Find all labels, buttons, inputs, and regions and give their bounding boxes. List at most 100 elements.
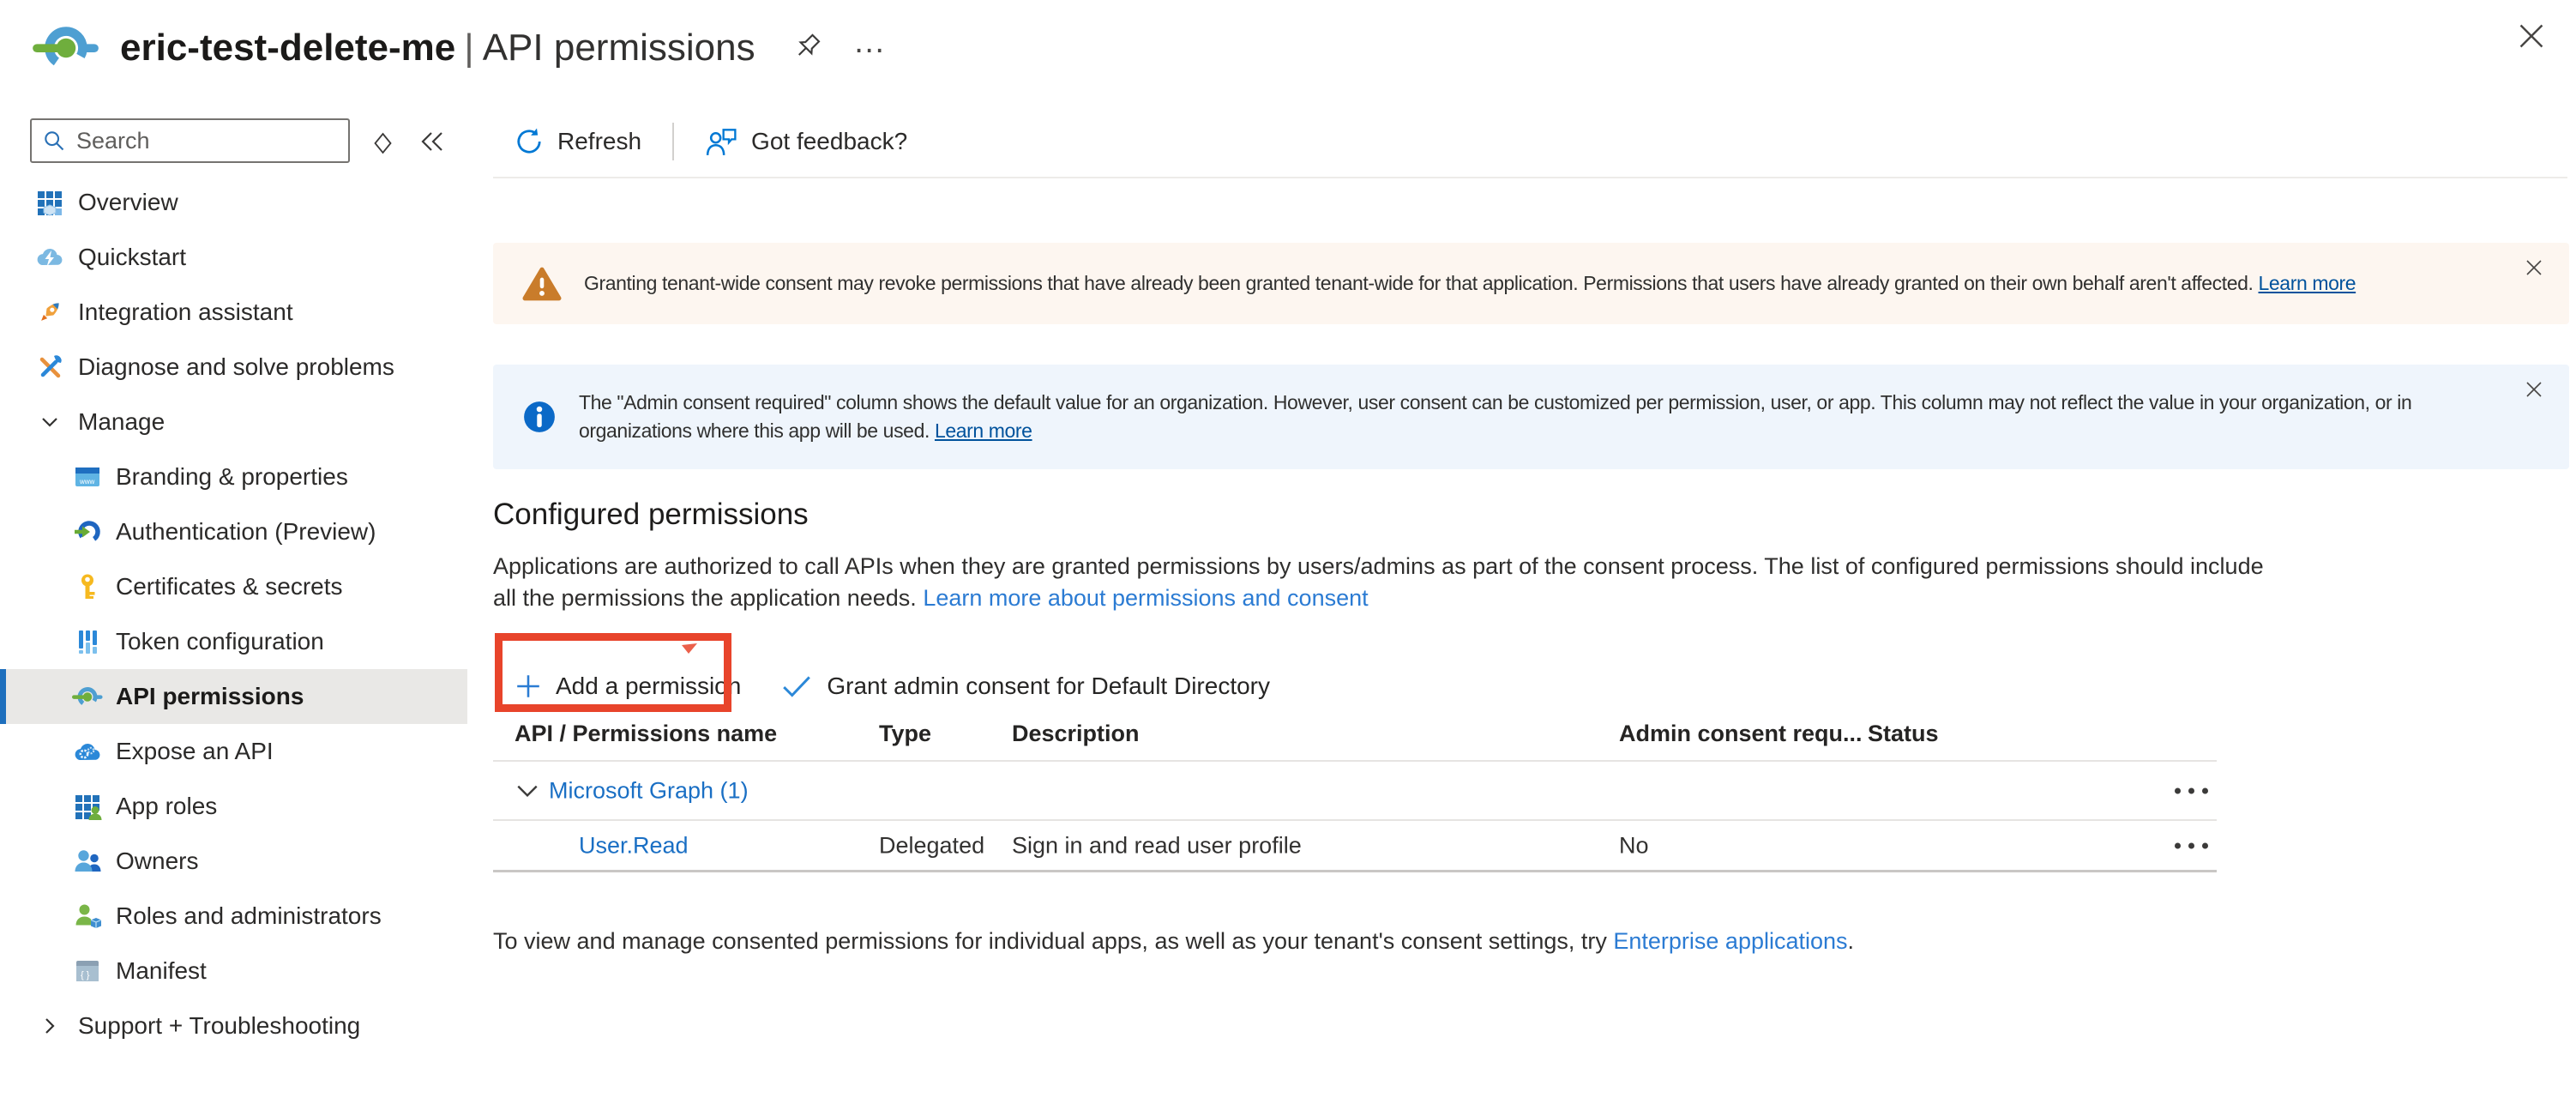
- sidebar-item-app-roles[interactable]: App roles: [0, 779, 493, 834]
- role-admin-icon: [72, 902, 103, 931]
- add-permission-label: Add a permission: [556, 673, 741, 700]
- sidebar-item-label: Quickstart: [78, 244, 186, 271]
- column-header-admin-consent: Admin consent requ...: [1619, 721, 1863, 747]
- sidebar-item-authentication[interactable]: Authentication (Preview): [0, 504, 493, 559]
- menu-switcher-button[interactable]: [371, 130, 394, 156]
- sidebar-item-label: Integration assistant: [78, 299, 293, 326]
- sidebar-item-manifest[interactable]: { } Manifest: [0, 944, 493, 998]
- row-more-options-button[interactable]: [2175, 787, 2208, 793]
- diamond-icon: [371, 130, 394, 156]
- page-header: eric-test-delete-me|API permissions …: [0, 0, 2576, 96]
- permission-name-link[interactable]: User.Read: [579, 832, 689, 859]
- warning-banner: Granting tenant-wide consent may revoke …: [493, 243, 2569, 324]
- svg-text:www: www: [79, 478, 95, 486]
- sidebar-item-api-permissions[interactable]: API permissions: [0, 669, 467, 724]
- collapse-menu-button[interactable]: [418, 129, 447, 154]
- authentication-icon: [72, 517, 103, 546]
- sidebar-group-label: Manage: [78, 408, 165, 436]
- info-banner-text: The "Admin consent required" column show…: [579, 389, 2540, 445]
- key-icon: [72, 572, 103, 601]
- pin-icon: [793, 33, 824, 63]
- warning-learn-more-link[interactable]: Learn more: [2259, 272, 2356, 294]
- feedback-button[interactable]: Got feedback?: [705, 126, 907, 157]
- api-group-link[interactable]: Microsoft Graph (1): [549, 777, 749, 804]
- sidebar-item-label: Owners: [116, 848, 198, 875]
- warning-triangle-icon: [522, 266, 562, 302]
- sidebar-search-box[interactable]: [30, 118, 350, 163]
- plus-icon: [515, 673, 542, 700]
- warning-banner-close-button[interactable]: [2523, 256, 2545, 279]
- info-learn-more-link[interactable]: Learn more: [935, 419, 1032, 442]
- sidebar-item-label: Expose an API: [116, 738, 274, 765]
- info-banner-close-button[interactable]: [2523, 378, 2545, 401]
- info-icon: [522, 400, 557, 434]
- annotation-cursor-artifact: [680, 643, 699, 655]
- sidebar-item-label: Branding & properties: [116, 463, 348, 491]
- sidebar-item-diagnose[interactable]: Diagnose and solve problems: [0, 340, 493, 395]
- sidebar-item-quickstart[interactable]: Quickstart: [0, 230, 493, 285]
- search-input[interactable]: [76, 128, 338, 154]
- permissions-table: API / Permissions name Type Description …: [493, 710, 2217, 873]
- refresh-icon: [515, 127, 544, 156]
- sidebar-item-expose-api[interactable]: Expose an API: [0, 724, 493, 779]
- section-title: Configured permissions: [493, 498, 809, 532]
- sidebar-group-support[interactable]: Support + Troubleshooting: [0, 998, 493, 1053]
- sliders-icon: [72, 627, 103, 656]
- more-commands-button[interactable]: …: [853, 33, 890, 63]
- table-divider: [493, 870, 2217, 872]
- table-row-permission: User.Read Delegated Sign in and read use…: [493, 821, 2217, 870]
- sidebar-item-label: Token configuration: [116, 628, 324, 655]
- sidebar-item-overview[interactable]: Overview: [0, 175, 493, 230]
- title-separator: |: [464, 27, 473, 69]
- sidebar-item-owners[interactable]: Owners: [0, 834, 493, 889]
- chevrons-left-icon: [418, 129, 447, 154]
- command-bar: Refresh Got feedback?: [515, 117, 907, 166]
- grant-admin-consent-label: Grant admin consent for Default Director…: [827, 673, 1270, 700]
- column-header-description: Description: [1012, 721, 1140, 747]
- quickstart-cloud-icon: [34, 243, 65, 272]
- sidebar-item-label: Manifest: [116, 957, 207, 985]
- refresh-button[interactable]: Refresh: [515, 127, 641, 156]
- manifest-icon: { }: [72, 956, 103, 986]
- people-icon: [72, 847, 103, 876]
- column-header-status: Status: [1868, 721, 1939, 747]
- close-icon: [2523, 378, 2545, 401]
- overview-grid-icon: [34, 188, 65, 217]
- expand-collapse-chevron[interactable]: [515, 780, 540, 802]
- grant-admin-consent-button[interactable]: Grant admin consent for Default Director…: [780, 673, 1270, 700]
- sidebar-item-label: Roles and administrators: [116, 902, 382, 930]
- refresh-label: Refresh: [557, 128, 641, 155]
- row-more-options-button[interactable]: [2175, 842, 2208, 848]
- section-description: Applications are authorized to call APIs…: [493, 551, 2281, 614]
- app-roles-icon: [72, 792, 103, 821]
- sidebar-item-integration-assistant[interactable]: Integration assistant: [0, 285, 493, 340]
- blade-menu-sidebar: Overview Quickstart: [0, 103, 493, 1098]
- pin-button[interactable]: [793, 33, 824, 63]
- sidebar-item-branding[interactable]: www Branding & properties: [0, 449, 493, 504]
- rocket-icon: [34, 298, 65, 327]
- sidebar-item-roles-admins[interactable]: Roles and administrators: [0, 889, 493, 944]
- add-permission-button[interactable]: Add a permission: [515, 673, 741, 700]
- sidebar-item-label: App roles: [116, 793, 217, 820]
- permission-admin-consent-cell: No: [1619, 832, 1649, 859]
- app-name: eric-test-delete-me: [120, 27, 455, 69]
- info-banner: The "Admin consent required" column show…: [493, 365, 2569, 469]
- enterprise-applications-link[interactable]: Enterprise applications: [1613, 928, 1847, 954]
- permissions-actions: Add a permission Grant admin consent for…: [515, 659, 1270, 714]
- sidebar-item-token-configuration[interactable]: Token configuration: [0, 614, 493, 669]
- chevron-right-icon: [34, 1015, 65, 1037]
- sidebar-item-certificates[interactable]: Certificates & secrets: [0, 559, 493, 614]
- sidebar-item-label: Certificates & secrets: [116, 573, 343, 600]
- close-icon: [2523, 256, 2545, 279]
- check-icon: [780, 673, 813, 700]
- close-blade-button[interactable]: [2516, 21, 2547, 51]
- feedback-label: Got feedback?: [751, 128, 907, 155]
- api-permissions-icon: [33, 20, 99, 76]
- blade-content: Refresh Got feedback? Granting tenant-wi…: [493, 103, 2576, 1098]
- permissions-consent-link[interactable]: Learn more about permissions and consent: [923, 585, 1368, 611]
- feedback-icon: [705, 126, 737, 157]
- browser-www-icon: www: [72, 462, 103, 492]
- ellipsis-icon: …: [853, 24, 890, 60]
- toolbar-divider: [493, 177, 2567, 178]
- sidebar-group-manage[interactable]: Manage: [0, 395, 493, 449]
